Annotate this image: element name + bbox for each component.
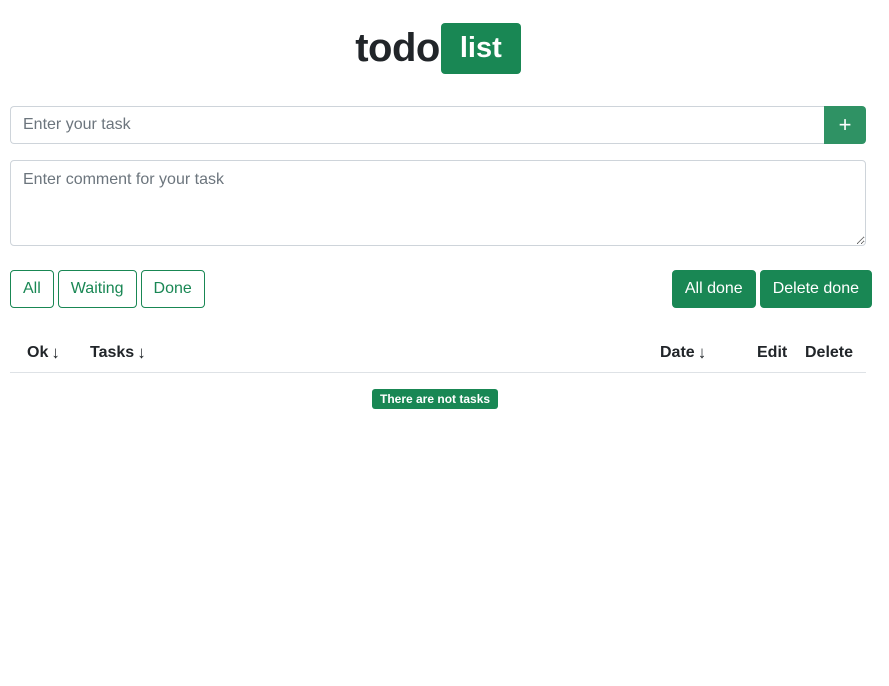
app-title-main: todo: [355, 26, 440, 70]
comment-textarea[interactable]: [10, 160, 866, 246]
column-label-delete: Delete: [805, 343, 854, 361]
filter-buttons: All Waiting Done: [10, 270, 205, 308]
column-header-tasks[interactable]: Tasks ↓: [90, 333, 146, 372]
bulk-action-buttons: All done Delete done: [671, 270, 872, 308]
column-label-tasks: Tasks: [90, 343, 135, 361]
filter-waiting-button[interactable]: Waiting: [57, 270, 137, 308]
todo-app: todo list + All Waiting Done All done De…: [0, 0, 889, 686]
column-header-date[interactable]: Date ↓: [660, 333, 706, 372]
app-title: todo list: [0, 23, 876, 74]
task-table-header: Ok ↓ Tasks ↓ Date ↓ Edit Delete: [10, 333, 866, 373]
arrow-down-icon: ↓: [51, 342, 60, 362]
column-header-edit: Edit: [757, 333, 787, 372]
filter-done-button[interactable]: Done: [140, 270, 205, 308]
all-done-button[interactable]: All done: [671, 270, 756, 308]
task-input-group: +: [10, 106, 866, 144]
column-header-delete: Delete: [805, 333, 853, 372]
task-input[interactable]: [10, 106, 824, 144]
arrow-down-icon: ↓: [137, 342, 146, 362]
filter-all-button[interactable]: All: [10, 270, 54, 308]
plus-icon: +: [838, 112, 852, 137]
column-label-ok: Ok: [27, 343, 49, 361]
arrow-down-icon: ↓: [697, 342, 707, 362]
add-task-button[interactable]: +: [824, 106, 866, 144]
column-label-date: Date: [660, 343, 695, 361]
column-header-ok[interactable]: Ok ↓: [27, 333, 60, 372]
empty-tasks-badge: There are not tasks: [372, 389, 499, 409]
column-label-edit: Edit: [757, 343, 788, 361]
app-title-badge: list: [440, 23, 521, 74]
delete-done-button[interactable]: Delete done: [759, 270, 872, 308]
